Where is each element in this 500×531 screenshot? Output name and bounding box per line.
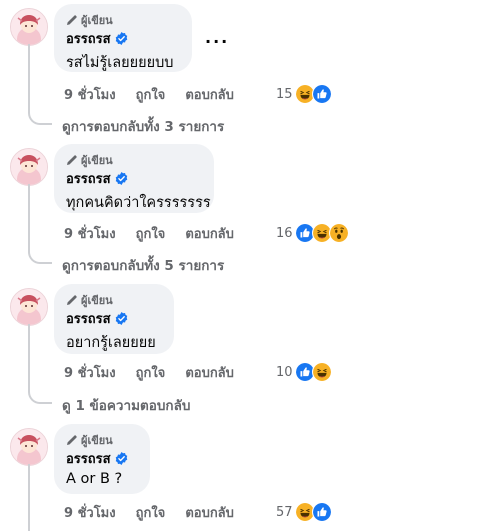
reactions-summary[interactable]: 57: [276, 502, 332, 522]
comment-text: อยากรู้เลยยยย: [66, 335, 156, 351]
more-options-button[interactable]: ...: [205, 28, 229, 47]
view-replies-link[interactable]: ดูการตอบกลับทั้ง 3 รายการ: [62, 115, 224, 137]
pen-icon: [66, 14, 78, 26]
author-badge: ผู้เขียน: [66, 12, 180, 27]
wow-icon: [328, 223, 349, 243]
view-replies-link[interactable]: ดู 1 ข้อความตอบกลับ: [62, 394, 190, 416]
reply-button[interactable]: ตอบกลับ: [185, 502, 234, 523]
commenter-name[interactable]: อรรถรส: [66, 168, 111, 189]
view-replies-link[interactable]: ดูการตอบกลับทั้ง 5 รายการ: [62, 254, 224, 276]
author-badge-label: ผู้เขียน: [81, 433, 113, 447]
avatar[interactable]: [10, 148, 48, 186]
like-button[interactable]: ถูกใจ: [136, 502, 166, 523]
like-icon: [311, 84, 332, 104]
author-badge-label: ผู้เขียน: [81, 153, 113, 167]
verified-badge-icon: [115, 32, 128, 45]
comments-list: ผู้เขียน อรรถรส รสไม่รู้เลยยยยบบ ... 9 ช…: [0, 0, 500, 531]
avatar[interactable]: [10, 428, 48, 466]
reply-button[interactable]: ตอบกลับ: [185, 84, 234, 105]
comment-text: รสไม่รู้เลยยยยบบ: [66, 55, 174, 71]
thread-connector: [28, 324, 52, 404]
reaction-count: 57: [276, 504, 293, 520]
avatar[interactable]: [10, 8, 48, 46]
comment-actions: 9 ชั่วโมง ถูกใจ ตอบกลับ: [64, 223, 254, 243]
haha-icon: [311, 362, 332, 382]
like-icon: [311, 502, 332, 522]
reaction-count: 16: [276, 225, 293, 241]
verified-badge-icon: [115, 172, 128, 185]
like-button[interactable]: ถูกใจ: [136, 223, 166, 244]
commenter-name[interactable]: อรรถรส: [66, 28, 111, 49]
reply-button[interactable]: ตอบกลับ: [185, 223, 234, 244]
comment-bubble: ผู้เขียน อรรถรส ทุกคนคิดว่าใครรรรรรร: [54, 144, 214, 213]
like-button[interactable]: ถูกใจ: [136, 84, 166, 105]
comment-bubble: ผู้เขียน อรรถรส อยากรู้เลยยยย: [54, 284, 174, 354]
timestamp[interactable]: 9 ชั่วโมง: [64, 84, 116, 105]
reactions-summary[interactable]: 10: [276, 362, 332, 382]
reactions-summary[interactable]: 16: [276, 223, 349, 243]
pen-icon: [66, 154, 78, 166]
comment-bubble: ผู้เขียน อรรถรส รสไม่รู้เลยยยยบบ: [54, 4, 192, 72]
avatar[interactable]: [10, 288, 48, 326]
reaction-count: 15: [276, 86, 293, 102]
thread-connector: [28, 464, 30, 531]
comment-actions: 9 ชั่วโมง ถูกใจ ตอบกลับ: [64, 502, 254, 522]
timestamp[interactable]: 9 ชั่วโมง: [64, 223, 116, 244]
thread-connector: [28, 184, 52, 264]
comment-actions: 9 ชั่วโมง ถูกใจ ตอบกลับ: [64, 84, 254, 104]
pen-icon: [66, 294, 78, 306]
author-badge: ผู้เขียน: [66, 432, 138, 447]
comment-text: A or B ?: [66, 471, 123, 487]
verified-badge-icon: [115, 452, 128, 465]
reply-button[interactable]: ตอบกลับ: [185, 362, 234, 383]
comment-actions: 9 ชั่วโมง ถูกใจ ตอบกลับ: [64, 362, 254, 382]
comment-bubble: ผู้เขียน อรรถรส A or B ?: [54, 424, 150, 494]
thread-connector: [28, 44, 52, 125]
timestamp[interactable]: 9 ชั่วโมง: [64, 502, 116, 523]
author-badge-label: ผู้เขียน: [81, 293, 113, 307]
like-button[interactable]: ถูกใจ: [136, 362, 166, 383]
reactions-summary[interactable]: 15: [276, 84, 332, 104]
author-badge: ผู้เขียน: [66, 152, 202, 167]
reaction-count: 10: [276, 364, 293, 380]
commenter-name[interactable]: อรรถรส: [66, 308, 111, 329]
verified-badge-icon: [115, 312, 128, 325]
author-badge-label: ผู้เขียน: [81, 13, 113, 27]
pen-icon: [66, 434, 78, 446]
author-badge: ผู้เขียน: [66, 292, 162, 307]
commenter-name[interactable]: อรรถรส: [66, 448, 111, 469]
timestamp[interactable]: 9 ชั่วโมง: [64, 362, 116, 383]
comment-text: ทุกคนคิดว่าใครรรรรรร: [66, 195, 211, 211]
